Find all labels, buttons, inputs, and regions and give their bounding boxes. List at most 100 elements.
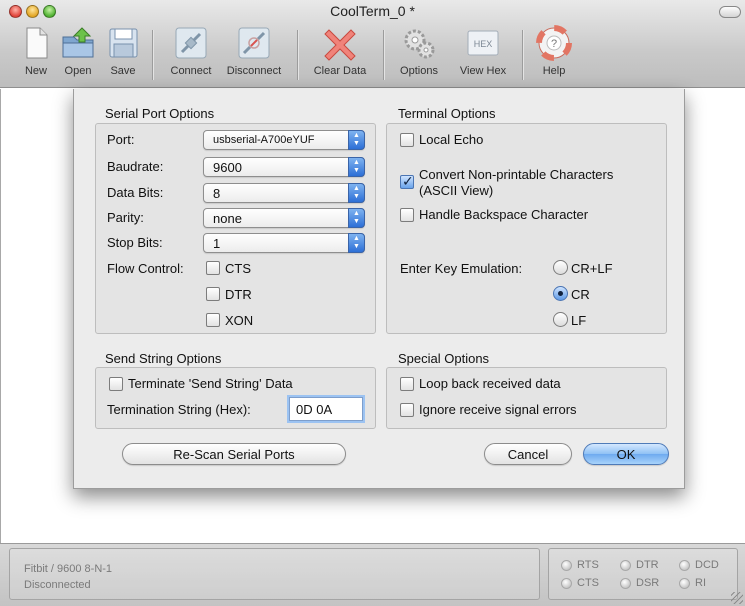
toolbar-separator (297, 30, 298, 80)
xon-checkbox[interactable] (206, 313, 220, 327)
ok-button[interactable]: OK (583, 443, 669, 465)
resize-grip[interactable] (731, 592, 743, 604)
view-hex-button[interactable]: HEX View Hex (455, 22, 511, 88)
termination-string-label: Termination String (Hex): (107, 402, 251, 417)
dsr-indicator: DSR (620, 577, 659, 589)
help-lifebuoy-icon: ? (536, 25, 572, 61)
crlf-label: CR+LF (571, 261, 613, 276)
loop-back-checkbox[interactable] (400, 377, 414, 391)
dcd-label: DCD (695, 559, 719, 571)
flow-control-label: Flow Control: (107, 261, 184, 276)
options-button[interactable]: Options (394, 22, 444, 88)
window-title: CoolTerm_0 * (330, 3, 415, 19)
cts-label: CTS (577, 577, 599, 589)
baudrate-value: 9600 (213, 160, 242, 175)
connect-button[interactable]: Connect (163, 22, 219, 88)
parity-select[interactable]: none ▲ ▼ (203, 208, 365, 228)
baudrate-select[interactable]: 9600 ▲ ▼ (203, 157, 365, 177)
parity-label: Parity: (107, 210, 144, 225)
cr-radio[interactable] (553, 286, 568, 301)
lf-label: LF (571, 313, 587, 328)
select-arrows-icon: ▲ ▼ (348, 233, 365, 253)
terminal-options-title: Terminal Options (398, 106, 496, 121)
open-label: Open (64, 65, 92, 77)
select-arrows-icon: ▲ ▼ (348, 183, 365, 203)
convert-nonprintable-checkbox[interactable] (400, 173, 414, 190)
terminate-send-string-checkbox[interactable] (109, 377, 123, 391)
send-string-options-title: Send String Options (105, 351, 222, 366)
help-button[interactable]: ? Help (534, 22, 574, 88)
connection-options-sheet: Serial Port Options Port: usbserial-A700… (73, 89, 685, 489)
local-echo-checkbox[interactable] (400, 133, 414, 147)
lf-radio[interactable] (553, 312, 568, 327)
new-document-icon (18, 25, 54, 61)
local-echo-label: Local Echo (419, 132, 484, 147)
connect-plug-icon (173, 25, 209, 61)
select-arrows-icon: ▲ ▼ (348, 157, 365, 177)
cts-label: CTS (225, 261, 251, 276)
cancel-button[interactable]: Cancel (484, 443, 572, 465)
terminal-options-group: Local Echo Convert Non-printable Charact… (386, 123, 667, 334)
databits-label: Data Bits: (107, 185, 164, 200)
convert-nonprintable-line1: Convert Non-printable Characters (419, 167, 614, 182)
connection-settings-text: Fitbit / 9600 8-N-1 (24, 563, 113, 575)
toolbar-separator (522, 30, 523, 80)
rts-indicator: RTS (561, 559, 599, 571)
dsr-led-icon (620, 577, 631, 589)
save-button[interactable]: Save (105, 22, 141, 88)
dtr-label: DTR (225, 287, 252, 302)
rescan-serial-ports-button[interactable]: Re-Scan Serial Ports (122, 443, 346, 465)
toolbar-toggle-button[interactable] (719, 6, 741, 18)
select-arrows-icon: ▲ ▼ (348, 208, 365, 228)
signal-lights: RTS DTR DCD CTS DSR RI (548, 548, 738, 600)
disconnect-button[interactable]: Disconnect (221, 22, 287, 88)
rts-led-icon (561, 559, 572, 571)
save-disk-icon (105, 25, 141, 61)
serial-port-options-title: Serial Port Options (105, 106, 215, 121)
handle-backspace-label: Handle Backspace Character (419, 207, 589, 222)
parity-value: none (213, 211, 242, 226)
crlf-radio[interactable] (553, 260, 568, 275)
dtr-checkbox[interactable] (206, 287, 220, 301)
options-label: Options (400, 65, 438, 77)
handle-backspace-checkbox[interactable] (400, 208, 414, 222)
cts-checkbox[interactable] (206, 261, 220, 275)
window-titlebar: CoolTerm_0 * New Open Save Connect Disco… (0, 0, 745, 88)
stopbits-select[interactable]: 1 ▲ ▼ (203, 233, 365, 253)
connect-label: Connect (170, 65, 212, 77)
toolbar-separator (383, 30, 384, 80)
toolbar: New Open Save Connect Disconnect Clear D… (0, 22, 745, 88)
disconnect-plug-icon (236, 25, 272, 61)
cts-led-icon (561, 577, 572, 589)
disconnect-label: Disconnect (226, 65, 282, 77)
dtr-led-icon (620, 559, 631, 571)
convert-nonprintable-label: Convert Non-printable Characters (ASCII … (419, 167, 613, 199)
serial-port-options-group: Port: usbserial-A700eYUF ▲ ▼ Baudrate: 96… (95, 123, 376, 334)
status-bar: Fitbit / 9600 8-N-1 Disconnected RTS DTR… (0, 543, 745, 606)
ignore-signal-errors-checkbox[interactable] (400, 403, 414, 417)
xon-label: XON (225, 313, 254, 328)
convert-nonprintable-line2: (ASCII View) (419, 183, 494, 198)
dsr-label: DSR (636, 577, 660, 589)
svg-text:?: ? (551, 38, 557, 50)
open-button[interactable]: Open (58, 22, 98, 88)
enter-key-emulation-label: Enter Key Emulation: (400, 261, 523, 276)
stopbits-label: Stop Bits: (107, 235, 163, 250)
save-label: Save (110, 65, 136, 77)
ignore-signal-errors-label: Ignore receive signal errors (419, 402, 577, 417)
port-label: Port: (107, 132, 135, 147)
new-label: New (24, 65, 47, 77)
ri-indicator: RI (679, 577, 706, 589)
termination-string-input[interactable]: 0D 0A (289, 397, 363, 421)
hex-badge-text: HEX (474, 39, 493, 49)
view-hex-label: View Hex (459, 65, 507, 77)
new-button[interactable]: New (18, 22, 54, 88)
options-gears-icon (401, 25, 437, 61)
clear-data-button[interactable]: Clear Data (308, 22, 372, 88)
port-select[interactable]: usbserial-A700eYUF ▲ ▼ (203, 130, 365, 150)
databits-select[interactable]: 8 ▲ ▼ (203, 183, 365, 203)
special-options-group: Loop back received data Ignore receive s… (386, 367, 667, 429)
baudrate-label: Baudrate: (107, 159, 164, 174)
send-string-options-group: Terminate 'Send String' Data Termination… (95, 367, 376, 429)
special-options-title: Special Options (398, 351, 490, 366)
